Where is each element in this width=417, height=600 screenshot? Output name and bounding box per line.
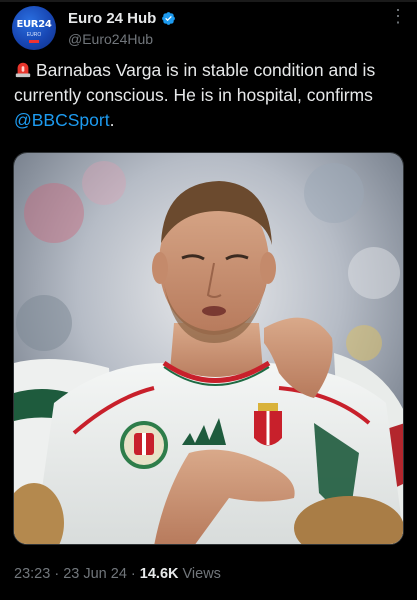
avatar-logo-subtext: EURO [26, 32, 42, 38]
tweet-body-end: . [109, 110, 115, 130]
more-options-icon[interactable]: ⋮ [389, 6, 408, 27]
views-label: Views [178, 566, 221, 582]
verified-badge-icon [162, 11, 176, 25]
tweet-header: EUR​24 EURO Euro 24 Hub @Euro24Hub ⋮ [12, 6, 412, 52]
meta-separator-2: · [126, 566, 140, 582]
player-photo-illustration [14, 153, 403, 544]
top-divider [0, 0, 417, 2]
tweet-meta: 23:23 · 23 Jun 24 · 14.6K Views [14, 566, 221, 582]
avatar-logo-text: EUR​24 [16, 19, 52, 30]
tweet-body-text: Barnabas Varga is in stable condition an… [14, 60, 376, 105]
mention-link[interactable]: @BBCSport [14, 110, 110, 130]
tweet-date[interactable]: 23 Jun 24 [63, 566, 127, 582]
name-row: Euro 24 Hub [68, 8, 176, 28]
author-handle[interactable]: @Euro24Hub [68, 31, 153, 47]
tweet-text: Barnabas Varga is in stable condition an… [14, 58, 410, 133]
meta-separator: · [50, 566, 64, 582]
views-count: 14.6K [139, 566, 179, 582]
tweet-photo[interactable] [13, 152, 404, 545]
tweet-time[interactable]: 23:23 [14, 566, 50, 582]
author-name[interactable]: Euro 24 Hub [68, 10, 156, 27]
avatar-stripe [29, 40, 39, 43]
avatar[interactable]: EUR​24 EURO [12, 6, 56, 50]
siren-icon [15, 62, 31, 78]
